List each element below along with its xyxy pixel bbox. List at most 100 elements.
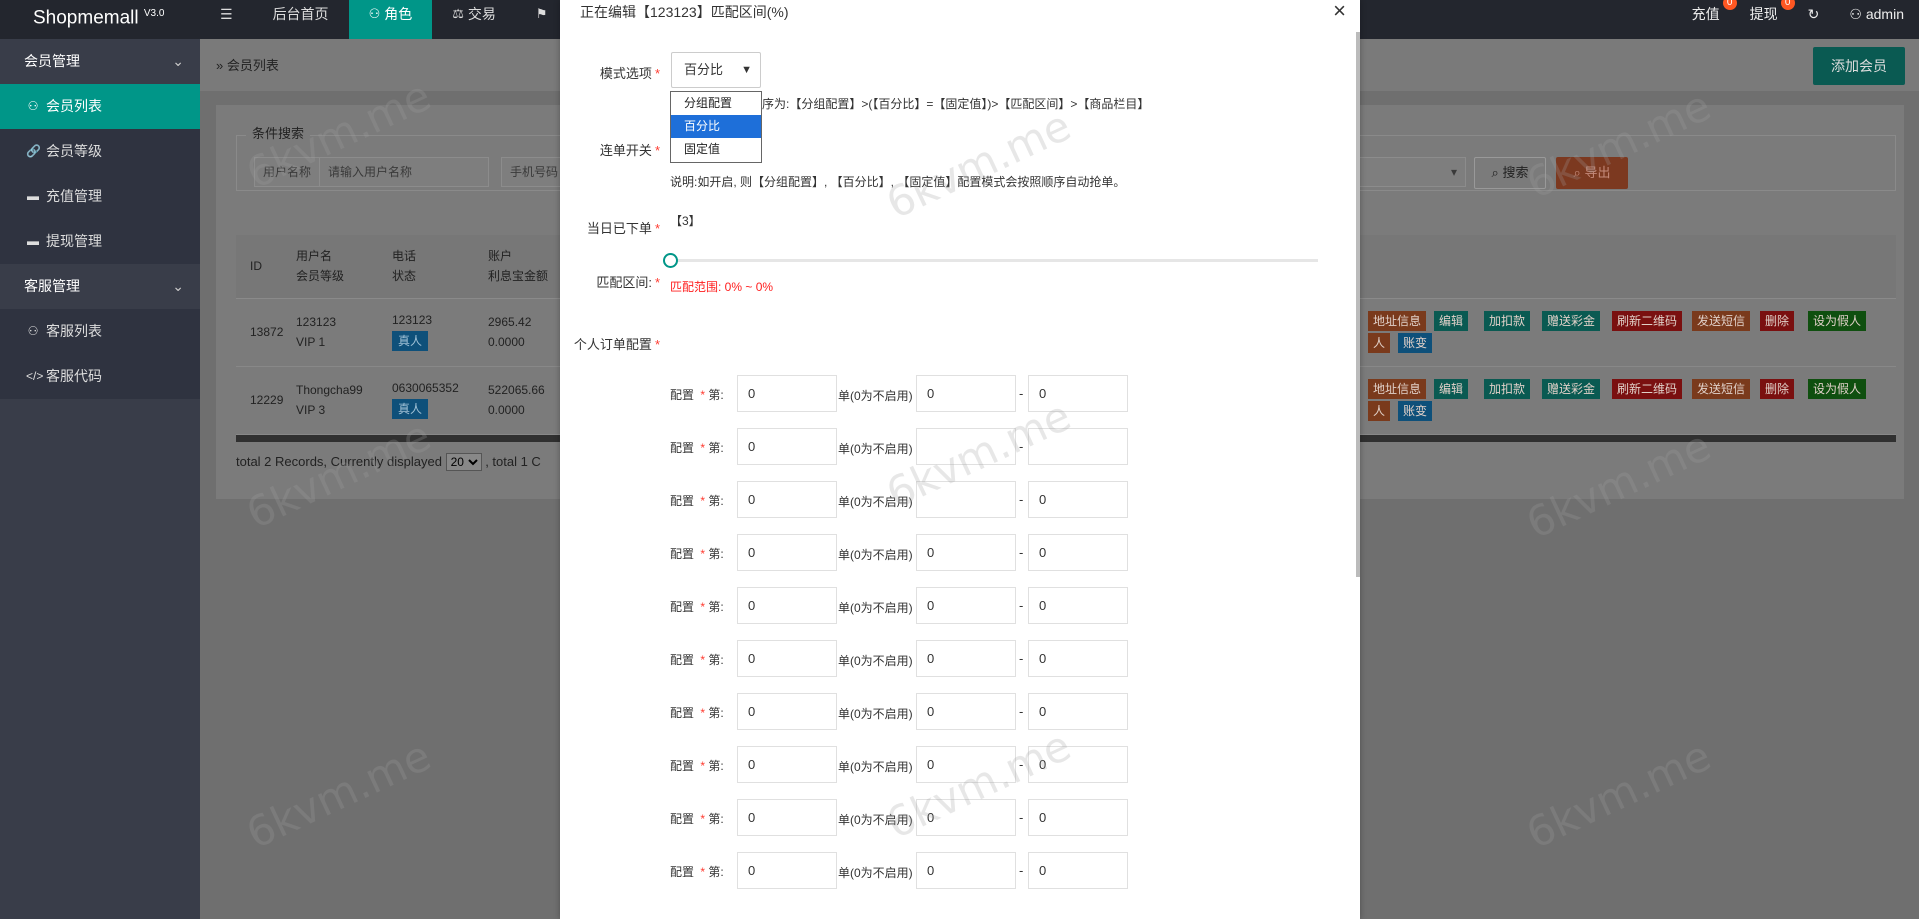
- ledger-button[interactable]: 账变: [1398, 401, 1433, 421]
- sidebar-item-service-list[interactable]: ⚇ 客服列表: [0, 309, 200, 354]
- sidebar-item-withdraw[interactable]: ▬ 提现管理: [0, 219, 200, 264]
- nav-trade[interactable]: ⚖ 交易: [432, 0, 516, 39]
- config-nth-input[interactable]: 0: [737, 481, 837, 518]
- range-slider-handle[interactable]: [663, 253, 678, 268]
- config-row-label: 配置 * 第:: [670, 653, 724, 667]
- refresh-qr-button[interactable]: 刷新二维码: [1612, 311, 1683, 331]
- add-deduct-button[interactable]: 加扣款: [1484, 379, 1531, 399]
- nav-role[interactable]: ⚇ 角色: [348, 0, 433, 39]
- recharge-link[interactable]: 充值 0: [1677, 0, 1737, 39]
- users-icon: ⚇: [27, 324, 39, 338]
- config-nth-input[interactable]: 0: [737, 587, 837, 624]
- mode-option-percent[interactable]: 百分比: [671, 115, 761, 138]
- config-from-input[interactable]: 0: [916, 693, 1016, 730]
- delete-button[interactable]: 删除: [1760, 311, 1795, 331]
- withdraw-link[interactable]: 提现 0: [1735, 0, 1795, 39]
- config-from-input[interactable]: 0: [916, 852, 1016, 889]
- config-nth-input[interactable]: 0: [737, 852, 837, 889]
- address-button[interactable]: 地址信息: [1368, 379, 1427, 399]
- code-icon: </>: [26, 369, 44, 383]
- menu-toggle-button[interactable]: ☰: [200, 0, 253, 39]
- config-mid-label: 单(0为不启用): [838, 548, 913, 562]
- refresh-qr-button[interactable]: 刷新二维码: [1612, 379, 1683, 399]
- human-button[interactable]: 人: [1368, 401, 1391, 421]
- config-to-input[interactable]: 0: [1028, 587, 1128, 624]
- config-to-input[interactable]: 0: [1028, 799, 1128, 836]
- mode-option-fixed[interactable]: 固定值: [671, 138, 761, 161]
- modal-scrollbar[interactable]: [1356, 32, 1360, 577]
- sidebar-item-recharge[interactable]: ▬ 充值管理: [0, 174, 200, 219]
- config-to-input[interactable]: 0: [1028, 534, 1128, 571]
- search-button[interactable]: ⌕ 搜索: [1474, 157, 1546, 189]
- config-row-label: 配置 * 第:: [670, 812, 724, 826]
- mode-option-group[interactable]: 分组配置: [671, 92, 761, 115]
- config-to-input[interactable]: 0: [1028, 852, 1128, 889]
- mode-select[interactable]: 百分比 ▼: [671, 52, 761, 88]
- edit-button[interactable]: 编辑: [1434, 379, 1469, 399]
- address-button[interactable]: 地址信息: [1368, 311, 1427, 331]
- ledger-button[interactable]: 账变: [1398, 333, 1433, 353]
- nav-dashboard[interactable]: 后台首页: [253, 0, 349, 39]
- config-from-input[interactable]: 0: [916, 375, 1016, 412]
- config-nth-input[interactable]: 0: [737, 746, 837, 783]
- config-mid-label: 单(0为不启用): [838, 442, 913, 456]
- delete-button[interactable]: 删除: [1760, 379, 1795, 399]
- config-from-input[interactable]: 0: [916, 587, 1016, 624]
- sidebar-group-member[interactable]: 会员管理 ⌄: [0, 39, 200, 84]
- config-nth-input[interactable]: 0: [737, 693, 837, 730]
- human-button[interactable]: 人: [1368, 333, 1391, 353]
- set-fake-button[interactable]: 设为假人: [1808, 379, 1867, 399]
- close-icon[interactable]: ×: [1333, 0, 1346, 24]
- config-mid-label: 单(0为不启用): [838, 601, 913, 615]
- sms-button[interactable]: 发送短信: [1692, 379, 1751, 399]
- config-from-input[interactable]: 0: [916, 640, 1016, 677]
- export-button[interactable]: ⌕ 导出: [1556, 157, 1628, 189]
- config-dash: -: [1019, 863, 1024, 878]
- config-mid-label: 单(0为不启用): [838, 495, 913, 509]
- config-to-input[interactable]: 0: [1028, 375, 1128, 412]
- combo-note: 说明:如开启, 则【分组配置】, 【百分比】, 【固定值】配置模式会按照顺序自动…: [670, 175, 1126, 189]
- config-dash: -: [1019, 757, 1024, 772]
- config-nth-input[interactable]: 0: [737, 640, 837, 677]
- config-to-input[interactable]: 0: [1028, 693, 1128, 730]
- config-to-input[interactable]: [1028, 428, 1128, 465]
- user-icon: ⚇: [368, 6, 381, 21]
- config-from-input[interactable]: 0: [916, 799, 1016, 836]
- sidebar-item-member-level[interactable]: 🔗 会员等级: [0, 129, 200, 174]
- user-menu[interactable]: ⚇ admin: [1834, 0, 1919, 39]
- logo: Shopmemall V3.0: [33, 7, 165, 29]
- col-interest: 利息宝金额: [488, 269, 549, 283]
- col-level: 会员等级: [296, 269, 345, 283]
- config-dash: -: [1019, 386, 1024, 401]
- config-nth-input[interactable]: 0: [737, 428, 837, 465]
- config-nth-input[interactable]: 0: [737, 799, 837, 836]
- sms-button[interactable]: 发送短信: [1692, 311, 1751, 331]
- config-from-input[interactable]: [916, 481, 1016, 518]
- add-member-button[interactable]: 添加会员: [1813, 47, 1905, 85]
- config-to-input[interactable]: 0: [1028, 640, 1128, 677]
- add-deduct-button[interactable]: 加扣款: [1484, 311, 1531, 331]
- refresh-button[interactable]: ↻: [1793, 0, 1835, 39]
- config-from-input[interactable]: 0: [916, 746, 1016, 783]
- sidebar-item-member-list[interactable]: ⚇ 会员列表: [0, 84, 200, 129]
- scale-icon: ⚖: [452, 6, 464, 21]
- set-fake-button[interactable]: 设为假人: [1808, 311, 1867, 331]
- range-slider-track[interactable]: [670, 259, 1318, 262]
- config-nth-input[interactable]: 0: [737, 375, 837, 412]
- username-input[interactable]: 请输入用户名称: [319, 157, 489, 187]
- config-to-input[interactable]: 0: [1028, 746, 1128, 783]
- chevron-down-icon: ▾: [1450, 165, 1457, 179]
- config-nth-input[interactable]: 0: [737, 534, 837, 571]
- today-label: 当日已下单 *: [586, 221, 660, 236]
- sidebar-item-service-code[interactable]: </> 客服代码: [0, 354, 200, 399]
- gift-button[interactable]: 赠送彩金: [1542, 379, 1601, 399]
- config-mid-label: 单(0为不启用): [838, 654, 913, 668]
- config-to-input[interactable]: 0: [1028, 481, 1128, 518]
- page-size-select[interactable]: 20: [445, 453, 482, 471]
- gift-button[interactable]: 赠送彩金: [1542, 311, 1601, 331]
- edit-button[interactable]: 编辑: [1434, 311, 1469, 331]
- config-from-input[interactable]: 0: [916, 534, 1016, 571]
- chevron-down-icon: ⌄: [172, 53, 184, 69]
- sidebar-group-service[interactable]: 客服管理 ⌄: [0, 264, 200, 309]
- config-from-input[interactable]: [916, 428, 1016, 465]
